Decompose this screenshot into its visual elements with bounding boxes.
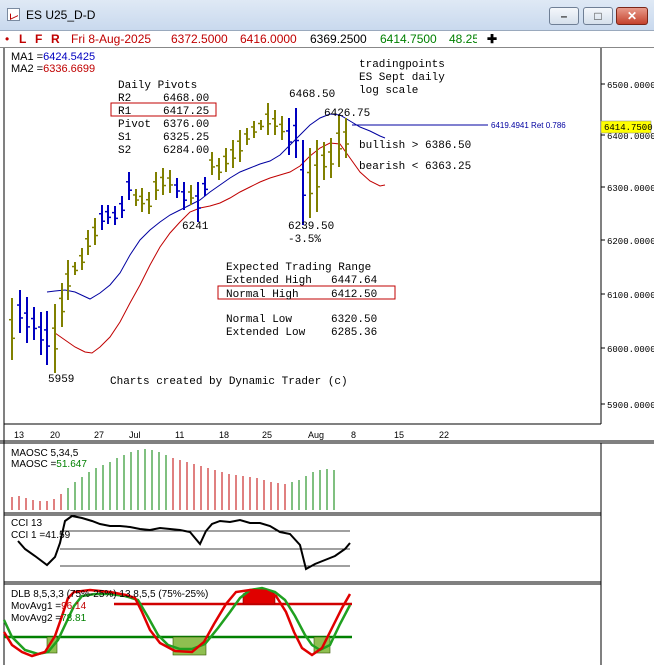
- note-line-3: log scale: [359, 85, 418, 97]
- minimize-button[interactable]: –: [549, 7, 579, 25]
- date-tick: 25: [262, 430, 272, 440]
- close-icon: ✕: [626, 9, 638, 23]
- quote-toolbar: • L F R Fri 8-Aug-2025 6372.5000 6416.00…: [0, 31, 654, 48]
- range-value: 6320.50: [331, 314, 377, 326]
- range-value: 6412.50: [331, 289, 377, 301]
- low-label-1: 6241: [182, 221, 209, 233]
- bullish-label: bullish > 6386.50: [359, 140, 471, 152]
- date-tick: 18: [219, 430, 229, 440]
- range-value: 6447.64: [331, 275, 378, 287]
- bar-date: Fri 8-Aug-2025: [71, 32, 152, 46]
- pivot-label: S1: [118, 132, 132, 144]
- price-tick: 6200.0000: [607, 237, 654, 247]
- bar-low: 6369.2500: [310, 32, 367, 46]
- mov2-label: MovAvg2 =78.81: [11, 613, 87, 624]
- chart-area[interactable]: 6500.0000 6400.0000 6300.0000 6200.0000 …: [0, 48, 654, 665]
- ma1-label: MA1 =6424.5425: [11, 51, 95, 63]
- bar-change: 48.25: [449, 32, 477, 46]
- range-title: Expected Trading Range: [226, 262, 371, 274]
- maximize-icon: □: [594, 9, 602, 23]
- window-title: ES U25_D-D: [26, 8, 96, 22]
- note-line-2: ES Sept daily: [359, 72, 445, 84]
- r-button[interactable]: R: [51, 31, 60, 47]
- bar-high: 6416.0000: [240, 32, 297, 46]
- range-label: Extended High: [226, 275, 312, 287]
- pivots-table: R2 6468.00 R1 6417.25 Pivot 6376.00 S1 6…: [110, 93, 217, 157]
- bar-open: 6372.5000: [171, 32, 228, 46]
- retrace-label: 6419.4941 Ret 0.786: [491, 121, 566, 130]
- price-tick: 6300.0000: [607, 184, 654, 194]
- credit-text: Charts created by Dynamic Trader (c): [110, 376, 348, 388]
- range-value: 6285.36: [331, 327, 377, 339]
- date-tick: 20: [50, 430, 60, 440]
- pivot-value: 6376.00: [163, 119, 209, 131]
- date-tick: 8: [351, 430, 356, 440]
- close-button[interactable]: ✕: [616, 7, 648, 25]
- cci-title: CCI 13: [11, 518, 43, 529]
- minimize-icon: –: [560, 9, 568, 23]
- high-label-2: 6426.75: [324, 108, 370, 120]
- cci-value-label: CCI 1 =41.59: [11, 530, 71, 541]
- range-label: Extended Low: [226, 327, 306, 339]
- low-pct-label: -3.5%: [288, 234, 321, 246]
- pivot-label: S2: [118, 145, 131, 157]
- l-button[interactable]: L: [19, 31, 26, 47]
- window-title-bar: ES U25_D-D – □ ✕: [0, 0, 654, 31]
- date-tick: 13: [14, 430, 24, 440]
- pivots-title: Daily Pivots: [118, 80, 197, 92]
- price-tick: 6400.0000: [607, 132, 654, 142]
- last-price-label: 6414.7500: [604, 123, 653, 133]
- pivot-value: 6284.00: [163, 145, 209, 157]
- high-label-1: 6468.50: [289, 89, 335, 101]
- range-label: Normal High: [226, 289, 299, 301]
- f-button[interactable]: F: [35, 31, 42, 47]
- pivot-label: R1: [118, 106, 132, 118]
- bar-close: 6414.7500: [380, 32, 437, 46]
- status-dot-icon: •: [5, 32, 10, 46]
- price-tick: 6000.0000: [607, 345, 654, 355]
- note-line-1: tradingpoints: [359, 59, 445, 71]
- price-tick: 6100.0000: [607, 291, 654, 301]
- pivot-value: 6325.25: [163, 132, 209, 144]
- ma2-label: MA2 =6336.6699: [11, 63, 95, 75]
- low-label-2: 6239.50: [288, 221, 334, 233]
- date-tick: Aug: [308, 430, 324, 440]
- app-chart-icon: [7, 8, 20, 21]
- date-tick: 11: [175, 430, 184, 440]
- dlb-title: DLB 8,5,3,3 (75%-25%) 13,8,5,5 (75%-25%): [11, 589, 208, 600]
- date-tick: 15: [394, 430, 404, 440]
- crosshair-icon[interactable]: ✚: [487, 31, 497, 47]
- price-tick: 5900.0000: [607, 401, 654, 411]
- maximize-button[interactable]: □: [583, 7, 613, 25]
- date-tick: 22: [439, 430, 449, 440]
- price-tick: 6500.0000: [607, 81, 654, 91]
- date-tick: 27: [94, 430, 104, 440]
- mov1-label: MovAvg1 =96.14: [11, 601, 87, 612]
- maosc-title: MAOSC 5,34,5: [11, 448, 79, 459]
- bearish-label: bearish < 6363.25: [359, 161, 471, 173]
- date-tick: Jul: [129, 430, 141, 440]
- pivot-value: 6417.25: [163, 106, 209, 118]
- maosc-value-label: MAOSC =51.647: [11, 459, 87, 470]
- range-label: Normal Low: [226, 314, 292, 326]
- pivot-label: Pivot: [118, 119, 151, 131]
- low-label-3: 5959: [48, 374, 74, 386]
